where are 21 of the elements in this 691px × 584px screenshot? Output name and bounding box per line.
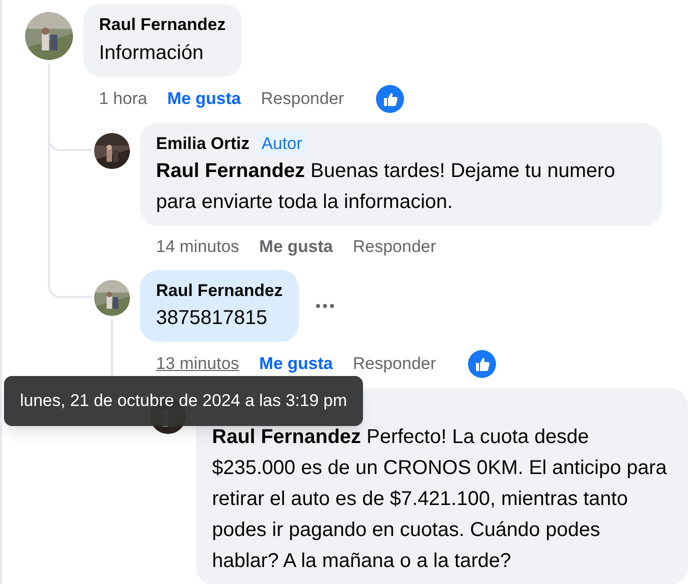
- thumbs-up-icon[interactable]: [376, 84, 404, 112]
- author-badge: Autor: [258, 130, 306, 156]
- like-link[interactable]: Me gusta: [167, 86, 241, 112]
- author-name[interactable]: Raul Fernandez: [156, 278, 283, 303]
- thumbs-up-icon[interactable]: [468, 350, 496, 378]
- more-icon[interactable]: [314, 302, 335, 309]
- comment-text: 3875817815: [156, 306, 268, 331]
- comment-text: Raul Fernandez Perfecto! La cuota desde $235.000 es de un CRONOS 0KM. El anticipo para retirar el auto es de $7.421.100, mientras tanto podes ir pagando en cuotas. Cuándo podes hablar? A la mañana o a la tarde?: [212, 425, 668, 574]
- like-link[interactable]: Me gusta: [259, 234, 333, 260]
- like-link[interactable]: Me gusta: [259, 351, 333, 377]
- reply-link[interactable]: Responder: [352, 351, 436, 377]
- comment-text: Raul Fernandez Buenas tardes! Dejame tu numero para enviarte toda la informacion.: [156, 159, 616, 215]
- reply-link[interactable]: Responder: [260, 86, 344, 112]
- comment-time[interactable]: 13 minutos: [156, 351, 240, 377]
- author-name[interactable]: Emilia Ortiz: [156, 130, 250, 156]
- reply-link[interactable]: Responder: [352, 234, 436, 260]
- date-tooltip: lunes, 21 de octubre de 2024 a las 3:19 pm: [4, 376, 364, 426]
- comment-time[interactable]: 1 hora: [99, 86, 148, 112]
- comment-time[interactable]: 14 minutos: [156, 234, 240, 260]
- author-name[interactable]: Raul Fernandez: [99, 12, 226, 38]
- comment-text: Información: [99, 40, 204, 66]
